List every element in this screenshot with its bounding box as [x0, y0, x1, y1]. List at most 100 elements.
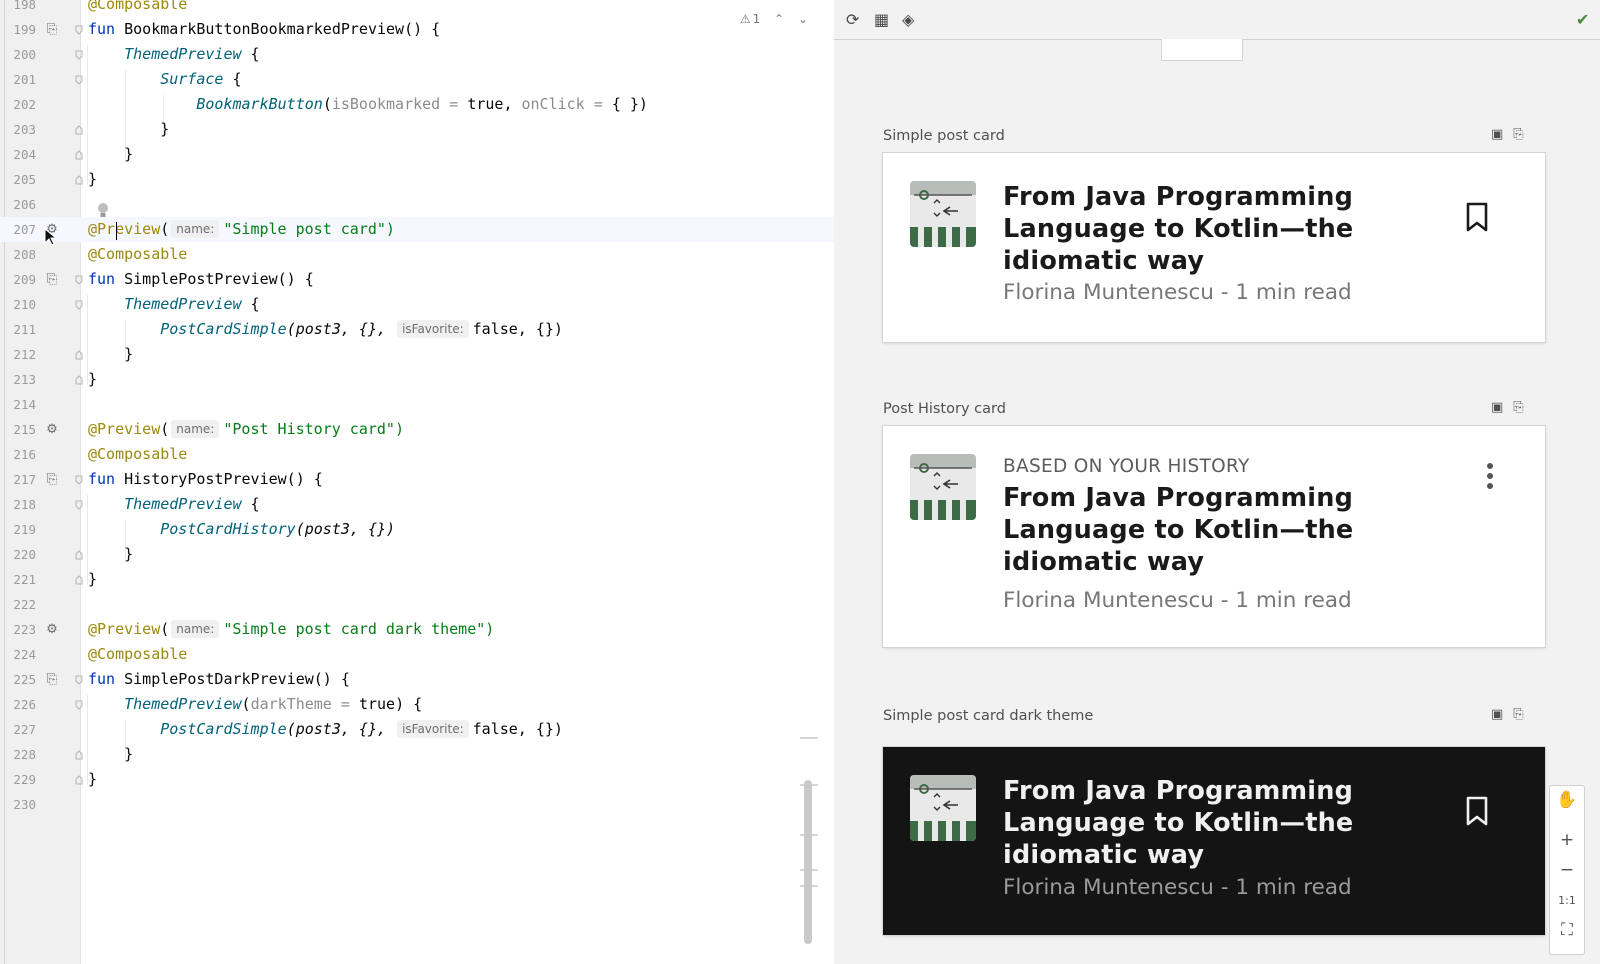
- code-line[interactable]: 200 ThemedPreview {: [0, 42, 834, 67]
- fold-marker-icon[interactable]: [75, 675, 83, 685]
- gear-icon[interactable]: ⚙: [44, 622, 60, 638]
- code-line[interactable]: 204 }: [0, 142, 834, 167]
- code-line[interactable]: 214: [0, 392, 834, 417]
- fold-marker-icon[interactable]: [75, 50, 83, 60]
- code-line[interactable]: 216 @Composable: [0, 442, 834, 467]
- code-token: onClick: [521, 95, 585, 113]
- code-token: SimplePostDarkPreview() {: [124, 670, 350, 688]
- code-token: }: [124, 145, 134, 163]
- preview-actions: ▣ ⎘: [1491, 400, 1534, 415]
- code-token: fun: [88, 270, 116, 288]
- fold-marker-icon[interactable]: [75, 175, 83, 185]
- line-number: 199: [13, 22, 36, 37]
- fold-marker-icon[interactable]: [75, 150, 83, 160]
- code-line[interactable]: 213 }: [0, 367, 834, 392]
- fold-marker-icon[interactable]: [75, 300, 83, 310]
- editor-scrollbar[interactable]: [804, 780, 812, 944]
- line-number: 213: [13, 372, 36, 387]
- zoom-fit-button[interactable]: ⛶: [1550, 920, 1584, 940]
- gear-icon[interactable]: ⚙: [44, 422, 60, 438]
- zoom-out-button[interactable]: −: [1550, 860, 1584, 880]
- deploy-to-device-icon[interactable]: ⎘: [1513, 400, 1523, 415]
- code-line[interactable]: 230: [0, 792, 834, 817]
- fold-marker-icon[interactable]: [75, 550, 83, 560]
- fold-marker-icon[interactable]: [75, 475, 83, 485]
- bookmark-icon[interactable]: [1465, 796, 1489, 830]
- bookmark-icon[interactable]: [1465, 202, 1489, 236]
- fold-marker-icon[interactable]: [75, 575, 83, 585]
- fold-marker-icon[interactable]: [75, 275, 83, 285]
- code-line[interactable]: 209 ⎘ fun SimplePostPreview() {: [0, 267, 834, 292]
- fold-marker-icon[interactable]: [75, 500, 83, 510]
- fold-marker-icon[interactable]: [75, 75, 83, 85]
- line-number: 217: [13, 472, 36, 487]
- run-preview-icon[interactable]: ⎘: [44, 472, 60, 488]
- line-number: 202: [13, 97, 36, 112]
- code-line[interactable]: 228 }: [0, 742, 834, 767]
- code-line[interactable]: 222: [0, 592, 834, 617]
- zoom-reset-button[interactable]: 1:1: [1550, 894, 1584, 907]
- post-thumbnail: [910, 775, 976, 841]
- deploy-to-device-icon[interactable]: ⎘: [1513, 707, 1523, 722]
- pan-hand-icon[interactable]: ✋: [1550, 790, 1584, 810]
- code-line[interactable]: 218 ThemedPreview {: [0, 492, 834, 517]
- layers-icon[interactable]: ◈: [902, 10, 914, 29]
- code-token: =: [440, 95, 468, 113]
- zoom-in-button[interactable]: +: [1550, 830, 1584, 850]
- code-line[interactable]: 221 }: [0, 567, 834, 592]
- code-line[interactable]: 215 ⚙ @Preview(name: "Post History card"): [0, 417, 834, 442]
- code-line[interactable]: 219 PostCardHistory(post3, {}): [0, 517, 834, 542]
- code-line[interactable]: 211 PostCardSimple(post3, {}, isFavorite…: [0, 317, 834, 342]
- line-number: 224: [13, 647, 36, 662]
- parameter-hint: name:: [171, 620, 220, 638]
- code-token: fun: [88, 670, 116, 688]
- code-line[interactable]: 203 }: [0, 117, 834, 142]
- interactive-mode-icon[interactable]: ▣: [1491, 707, 1503, 722]
- code-line[interactable]: 206: [0, 192, 834, 217]
- code-line[interactable]: 202 BookmarkButton(isBookmarked = true, …: [0, 92, 834, 117]
- fold-marker-icon[interactable]: [75, 700, 83, 710]
- code-line[interactable]: 198 @Composable: [0, 0, 834, 17]
- post-card-simple-dark[interactable]: From Java Programming Language to Kotlin…: [883, 747, 1545, 935]
- run-preview-icon[interactable]: ⎘: [44, 272, 60, 288]
- code-token: "Simple post card"): [223, 220, 395, 238]
- interactive-mode-icon[interactable]: ▣: [1491, 400, 1503, 415]
- run-preview-icon[interactable]: ⎘: [44, 22, 60, 38]
- deploy-to-device-icon[interactable]: ⎘: [1513, 127, 1523, 142]
- interactive-mode-icon[interactable]: ▣: [1491, 127, 1503, 142]
- post-thumbnail: [910, 454, 976, 520]
- line-number: 201: [13, 72, 36, 87]
- fold-marker-icon[interactable]: [75, 775, 83, 785]
- code-line[interactable]: 208 @Composable: [0, 242, 834, 267]
- code-token: ThemedPreview: [124, 295, 242, 313]
- code-line[interactable]: 223 ⚙ @Preview(name: "Simple post card da…: [0, 617, 834, 642]
- code-line[interactable]: 229 }: [0, 767, 834, 792]
- more-vert-icon[interactable]: [1486, 462, 1494, 494]
- layout-icon[interactable]: ▦: [874, 10, 889, 29]
- fold-marker-icon[interactable]: [75, 125, 83, 135]
- fold-marker-icon[interactable]: [75, 25, 83, 35]
- code-line[interactable]: 210 ThemedPreview {: [0, 292, 834, 317]
- code-line[interactable]: 225 ⎘ fun SimplePostDarkPreview() {: [0, 667, 834, 692]
- code-line[interactable]: 224 @Composable: [0, 642, 834, 667]
- code-line[interactable]: 201 Surface {: [0, 67, 834, 92]
- code-line[interactable]: 226 ThemedPreview(darkTheme = true) {: [0, 692, 834, 717]
- code-line[interactable]: 220 }: [0, 542, 834, 567]
- code-editor[interactable]: ⚠ 1 ⌃ ⌄ 198 @Composable 199 ⎘ fun Bookmar…: [0, 0, 834, 964]
- code-line[interactable]: 205 }: [0, 167, 834, 192]
- code-line[interactable]: 217 ⎘ fun HistoryPostPreview() {: [0, 467, 834, 492]
- fold-marker-icon[interactable]: [75, 350, 83, 360]
- fold-marker-icon[interactable]: [75, 375, 83, 385]
- code-token: ThemedPreview: [124, 45, 242, 63]
- post-card-simple[interactable]: From Java Programming Language to Kotlin…: [883, 153, 1545, 342]
- post-card-history[interactable]: BASED ON YOUR HISTORY From Java Programm…: [883, 426, 1545, 647]
- refresh-icon[interactable]: ⟳: [846, 10, 859, 29]
- code-line[interactable]: 212 }: [0, 342, 834, 367]
- code-line[interactable]: 199 ⎘ fun BookmarkButtonBookmarkedPrevie…: [0, 17, 834, 42]
- code-line[interactable]: 207 ⚙ @Preview(name: "Simple post card"): [0, 217, 834, 242]
- line-number: 198: [13, 0, 36, 12]
- parameter-hint: isFavorite:: [397, 320, 469, 338]
- fold-marker-icon[interactable]: [75, 750, 83, 760]
- code-line[interactable]: 227 PostCardSimple(post3, {}, isFavorite…: [0, 717, 834, 742]
- run-preview-icon[interactable]: ⎘: [44, 672, 60, 688]
